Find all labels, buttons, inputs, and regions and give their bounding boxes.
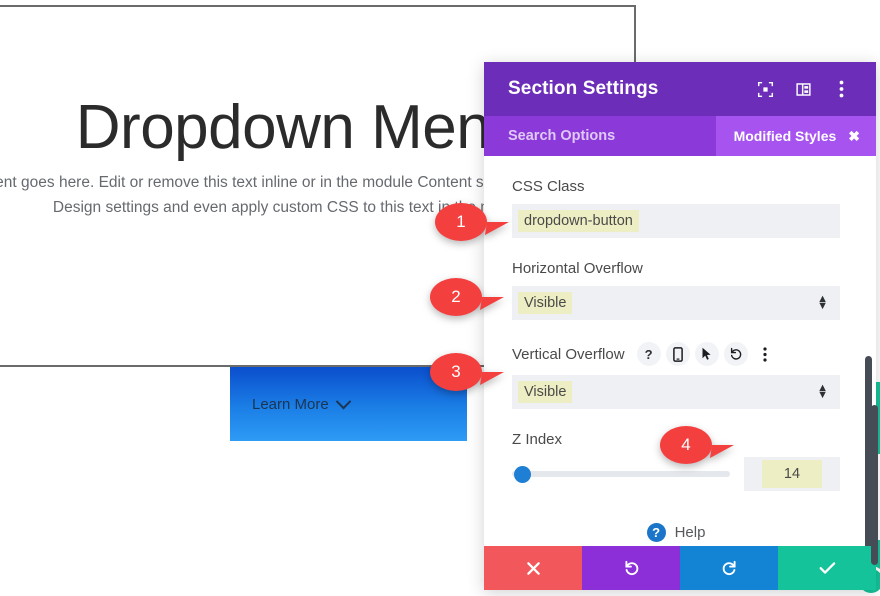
field-label-css-class: CSS Class <box>512 178 840 195</box>
z-index-value-field[interactable]: 14 <box>744 457 840 491</box>
label-text: Z Index <box>512 431 563 448</box>
modified-styles-label: Modified Styles <box>733 128 837 144</box>
callout-marker-1: 1 <box>435 202 509 242</box>
field-option-icons: ? <box>636 342 777 366</box>
modal-footer <box>484 546 876 590</box>
responsive-mobile-icon[interactable] <box>665 342 690 366</box>
search-bar: Modified Styles ✖ <box>484 115 876 157</box>
section-settings-modal: Section Settings Search Options Modified… <box>484 62 876 590</box>
undo-button[interactable] <box>582 546 680 590</box>
callout-marker-2: 2 <box>430 277 504 317</box>
callout-marker-3: 3 <box>430 352 504 392</box>
more-options-icon[interactable] <box>753 342 777 366</box>
help-circle-icon: ? <box>646 523 666 542</box>
slider-track <box>512 471 730 477</box>
field-label-vertical-overflow: Vertical Overflow ? <box>512 342 840 366</box>
css-class-value: dropdown-button <box>518 210 639 232</box>
redo-button[interactable] <box>680 546 778 590</box>
chevron-updown-icon: ▲ ▼ <box>817 293 828 312</box>
more-vertical-icon[interactable] <box>826 74 856 104</box>
page-scrollbar-thumb[interactable] <box>871 405 878 565</box>
help-row[interactable]: ? Help <box>512 523 840 542</box>
callout-marker-4: 4 <box>660 425 734 465</box>
page-scrollbar[interactable] <box>870 0 880 590</box>
search-input[interactable] <box>484 115 716 157</box>
save-button[interactable] <box>778 546 876 590</box>
field-horizontal-overflow: Horizontal Overflow Visible ▲ ▼ <box>512 260 840 320</box>
modified-styles-badge[interactable]: Modified Styles ✖ <box>715 116 876 156</box>
fullscreen-icon[interactable] <box>750 74 780 104</box>
z-index-value: 14 <box>761 460 823 488</box>
label-text: CSS Class <box>512 178 585 195</box>
modal-body: CSS Class dropdown-button Horizontal Ove… <box>484 156 876 546</box>
label-text: Vertical Overflow <box>512 345 625 363</box>
css-class-input[interactable]: dropdown-button <box>512 204 840 238</box>
cancel-button[interactable] <box>484 546 582 590</box>
chevron-updown-icon: ▲ ▼ <box>817 382 828 401</box>
field-vertical-overflow: Vertical Overflow ? Visible ▲ ▼ <box>512 342 840 409</box>
help-label: Help <box>674 524 706 541</box>
vertical-overflow-value: Visible <box>518 381 573 403</box>
label-text: Horizontal Overflow <box>512 260 643 277</box>
layout-panel-icon[interactable] <box>788 74 818 104</box>
learn-more-label: Learn More <box>252 395 329 413</box>
hover-cursor-icon[interactable] <box>694 342 719 366</box>
reset-undo-icon[interactable] <box>723 342 748 366</box>
close-icon[interactable]: ✖ <box>848 129 860 143</box>
field-css-class: CSS Class dropdown-button <box>512 178 840 238</box>
help-question-icon[interactable]: ? <box>636 342 661 366</box>
horizontal-overflow-value: Visible <box>518 292 573 314</box>
field-label-horizontal-overflow: Horizontal Overflow <box>512 260 840 277</box>
slider-handle[interactable] <box>514 465 531 483</box>
modal-title: Section Settings <box>508 78 659 99</box>
chevron-down-icon <box>335 393 351 409</box>
modal-header: Section Settings <box>484 62 876 116</box>
page-canvas: Dropdown Menu ent goes here. Edit or rem… <box>0 0 880 596</box>
horizontal-overflow-select[interactable]: Visible ▲ ▼ <box>512 286 840 320</box>
vertical-overflow-select[interactable]: Visible ▲ ▼ <box>512 375 840 409</box>
